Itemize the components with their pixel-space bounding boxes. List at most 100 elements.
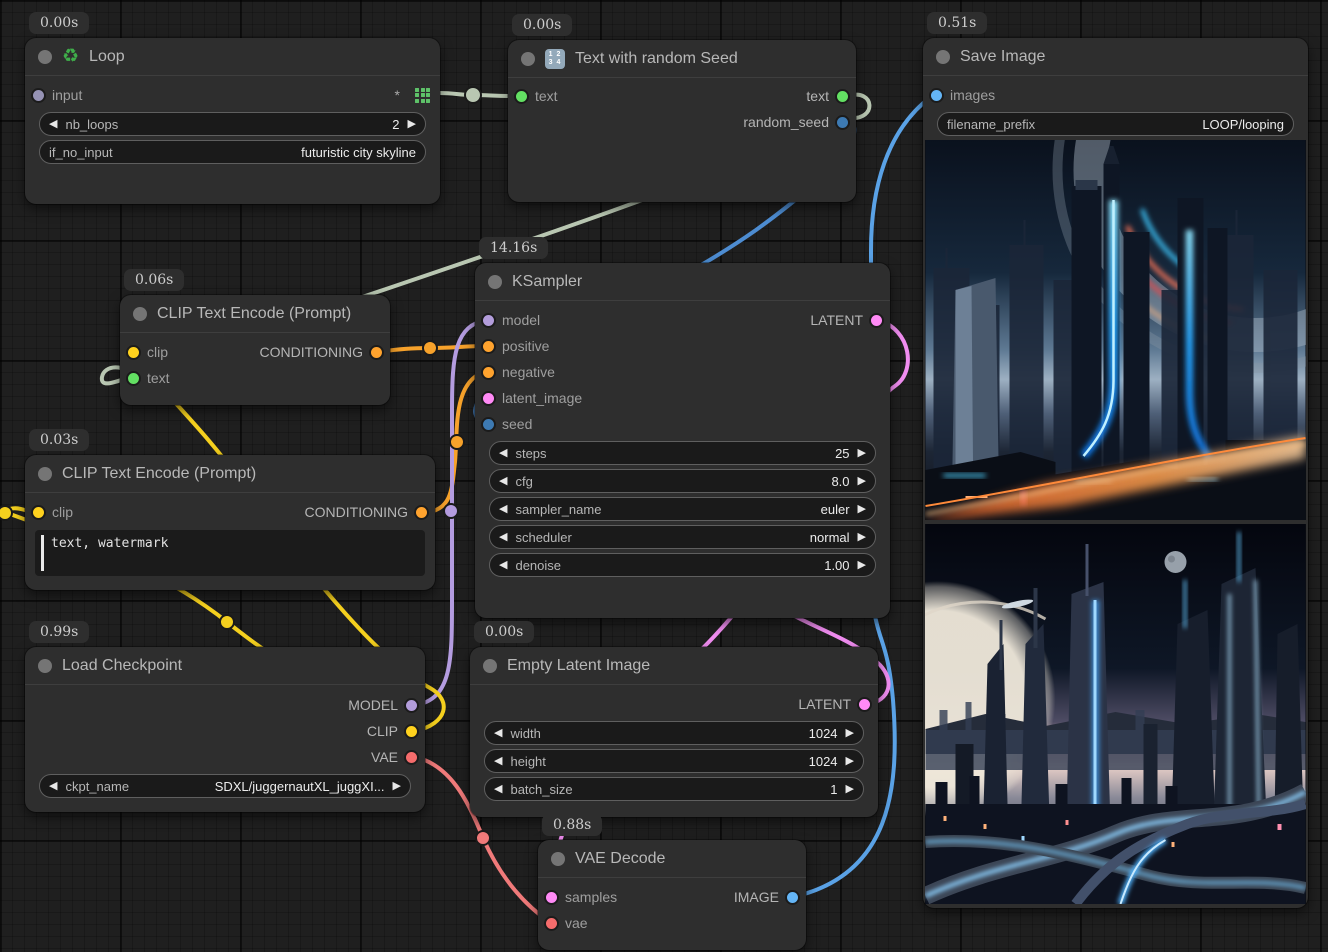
collapse-dot[interactable]	[488, 275, 502, 289]
slot-dot[interactable]	[483, 419, 494, 430]
input-slot-clip[interactable]: clip	[128, 344, 168, 360]
widget-sampler-name[interactable]: ◀ sampler_name euler ▶	[489, 497, 876, 521]
node-header[interactable]: ♻ Loop	[25, 38, 440, 76]
node-clip-text-encode-negative[interactable]: 0.03s CLIP Text Encode (Prompt) clip CON…	[25, 455, 435, 590]
output-slot-image[interactable]: IMAGE	[734, 889, 798, 905]
widget-cfg[interactable]: ◀ cfg 8.0 ▶	[489, 469, 876, 493]
reroute-dot[interactable]	[476, 831, 490, 845]
previous-arrow-icon[interactable]: ◀	[49, 781, 57, 792]
reroute-dot[interactable]	[423, 341, 437, 355]
decrement-arrow-icon[interactable]: ◀	[494, 784, 502, 795]
output-slot-latent[interactable]: LATENT	[810, 312, 882, 328]
collapse-dot[interactable]	[38, 659, 52, 673]
decrement-arrow-icon[interactable]: ◀	[494, 756, 502, 767]
slot-dot[interactable]	[483, 341, 494, 352]
node-header[interactable]: Empty Latent Image	[470, 647, 878, 685]
output-slot-loop[interactable]: *	[395, 87, 432, 103]
widget-scheduler[interactable]: ◀ scheduler normal ▶	[489, 525, 876, 549]
reroute-dot[interactable]	[220, 615, 234, 629]
increment-arrow-icon[interactable]: ▶	[858, 448, 866, 459]
node-header[interactable]: CLIP Text Encode (Prompt)	[25, 455, 435, 493]
node-clip-text-encode-positive[interactable]: 0.06s CLIP Text Encode (Prompt) clip CON…	[120, 295, 390, 405]
slot-dot[interactable]	[837, 91, 848, 102]
input-slot-images[interactable]: images	[931, 87, 995, 103]
slot-dot[interactable]	[33, 507, 44, 518]
next-arrow-icon[interactable]: ▶	[393, 781, 401, 792]
grid-output-icon[interactable]	[415, 88, 430, 103]
output-slot-random-seed[interactable]: random_seed	[743, 114, 848, 130]
slot-dot[interactable]	[128, 373, 139, 384]
widget-steps[interactable]: ◀ steps 25 ▶	[489, 441, 876, 465]
input-slot-text[interactable]: text	[516, 88, 558, 104]
input-slot-negative[interactable]: negative	[483, 364, 555, 380]
collapse-dot[interactable]	[483, 659, 497, 673]
slot-dot[interactable]	[483, 393, 494, 404]
node-header[interactable]: KSampler	[475, 263, 890, 301]
node-graph-canvas[interactable]: 0.00s ♻ Loop input * ◀ nb_loops 2 ▶	[0, 0, 1328, 952]
node-save-image[interactable]: 0.51s Save Image images filename_prefix …	[923, 38, 1308, 908]
increment-arrow-icon[interactable]: ▶	[846, 784, 854, 795]
decrement-arrow-icon[interactable]: ◀	[49, 119, 57, 130]
prompt-textarea[interactable]: text, watermark	[35, 530, 425, 576]
node-empty-latent-image[interactable]: 0.00s Empty Latent Image LATENT ◀ width …	[470, 647, 878, 817]
input-slot-samples[interactable]: samples	[546, 889, 617, 905]
collapse-dot[interactable]	[133, 307, 147, 321]
slot-dot[interactable]	[859, 699, 870, 710]
increment-arrow-icon[interactable]: ▶	[858, 560, 866, 571]
node-header[interactable]: CLIP Text Encode (Prompt)	[120, 295, 390, 333]
decrement-arrow-icon[interactable]: ◀	[499, 560, 507, 571]
widget-batch-size[interactable]: ◀ batch_size 1 ▶	[484, 777, 864, 801]
slot-dot[interactable]	[406, 726, 417, 737]
output-slot-conditioning[interactable]: CONDITIONING	[260, 344, 382, 360]
decrement-arrow-icon[interactable]: ◀	[499, 448, 507, 459]
slot-dot[interactable]	[406, 700, 417, 711]
increment-arrow-icon[interactable]: ▶	[858, 476, 866, 487]
input-slot-positive[interactable]: positive	[483, 338, 549, 354]
decrement-arrow-icon[interactable]: ◀	[499, 504, 507, 515]
widget-width[interactable]: ◀ width 1024 ▶	[484, 721, 864, 745]
node-ksampler[interactable]: 14.16s KSampler model LATENT positive	[475, 263, 890, 618]
slot-dot[interactable]	[837, 117, 848, 128]
collapse-dot[interactable]	[551, 852, 565, 866]
widget-ckpt-name[interactable]: ◀ ckpt_name SDXL/juggernautXL_juggXI... …	[39, 774, 411, 798]
slot-dot[interactable]	[371, 347, 382, 358]
reroute-dot[interactable]	[444, 504, 458, 518]
reroute-dot[interactable]	[450, 435, 464, 449]
widget-filename-prefix[interactable]: filename_prefix LOOP/looping	[937, 112, 1294, 136]
decrement-arrow-icon[interactable]: ◀	[499, 532, 507, 543]
node-header[interactable]: 1 2 3 4 Text with random Seed	[508, 40, 856, 78]
increment-arrow-icon[interactable]: ▶	[846, 728, 854, 739]
increment-arrow-icon[interactable]: ▶	[858, 532, 866, 543]
reroute-dot[interactable]	[465, 87, 481, 103]
input-slot-input[interactable]: input	[33, 87, 82, 103]
decrement-arrow-icon[interactable]: ◀	[494, 728, 502, 739]
slot-dot[interactable]	[546, 892, 557, 903]
node-loop[interactable]: 0.00s ♻ Loop input * ◀ nb_loops 2 ▶	[25, 38, 440, 204]
increment-arrow-icon[interactable]: ▶	[408, 119, 416, 130]
output-slot-clip[interactable]: CLIP	[367, 723, 417, 739]
output-slot-latent[interactable]: LATENT	[798, 696, 870, 712]
output-slot-conditioning[interactable]: CONDITIONING	[305, 504, 427, 520]
slot-dot[interactable]	[546, 918, 557, 929]
increment-arrow-icon[interactable]: ▶	[858, 504, 866, 515]
preview-image-1[interactable]	[925, 140, 1306, 520]
collapse-dot[interactable]	[38, 50, 52, 64]
widget-height[interactable]: ◀ height 1024 ▶	[484, 749, 864, 773]
node-text-with-random-seed[interactable]: 0.00s 1 2 3 4 Text with random Seed text…	[508, 40, 856, 202]
input-slot-latent-image[interactable]: latent_image	[483, 390, 582, 406]
input-slot-text[interactable]: text	[128, 370, 170, 386]
output-slot-text[interactable]: text	[806, 88, 848, 104]
output-slot-model[interactable]: MODEL	[348, 697, 417, 713]
input-slot-vae[interactable]: vae	[546, 915, 588, 931]
widget-nb-loops[interactable]: ◀ nb_loops 2 ▶	[39, 112, 426, 136]
slot-dot[interactable]	[128, 347, 139, 358]
collapse-dot[interactable]	[936, 50, 950, 64]
input-slot-clip[interactable]: clip	[33, 504, 73, 520]
input-slot-seed[interactable]: seed	[483, 416, 532, 432]
slot-dot[interactable]	[483, 315, 494, 326]
widget-if-no-input[interactable]: if_no_input futuristic city skyline	[39, 140, 426, 164]
slot-dot[interactable]	[483, 367, 494, 378]
slot-dot[interactable]	[931, 90, 942, 101]
decrement-arrow-icon[interactable]: ◀	[499, 476, 507, 487]
slot-dot[interactable]	[787, 892, 798, 903]
